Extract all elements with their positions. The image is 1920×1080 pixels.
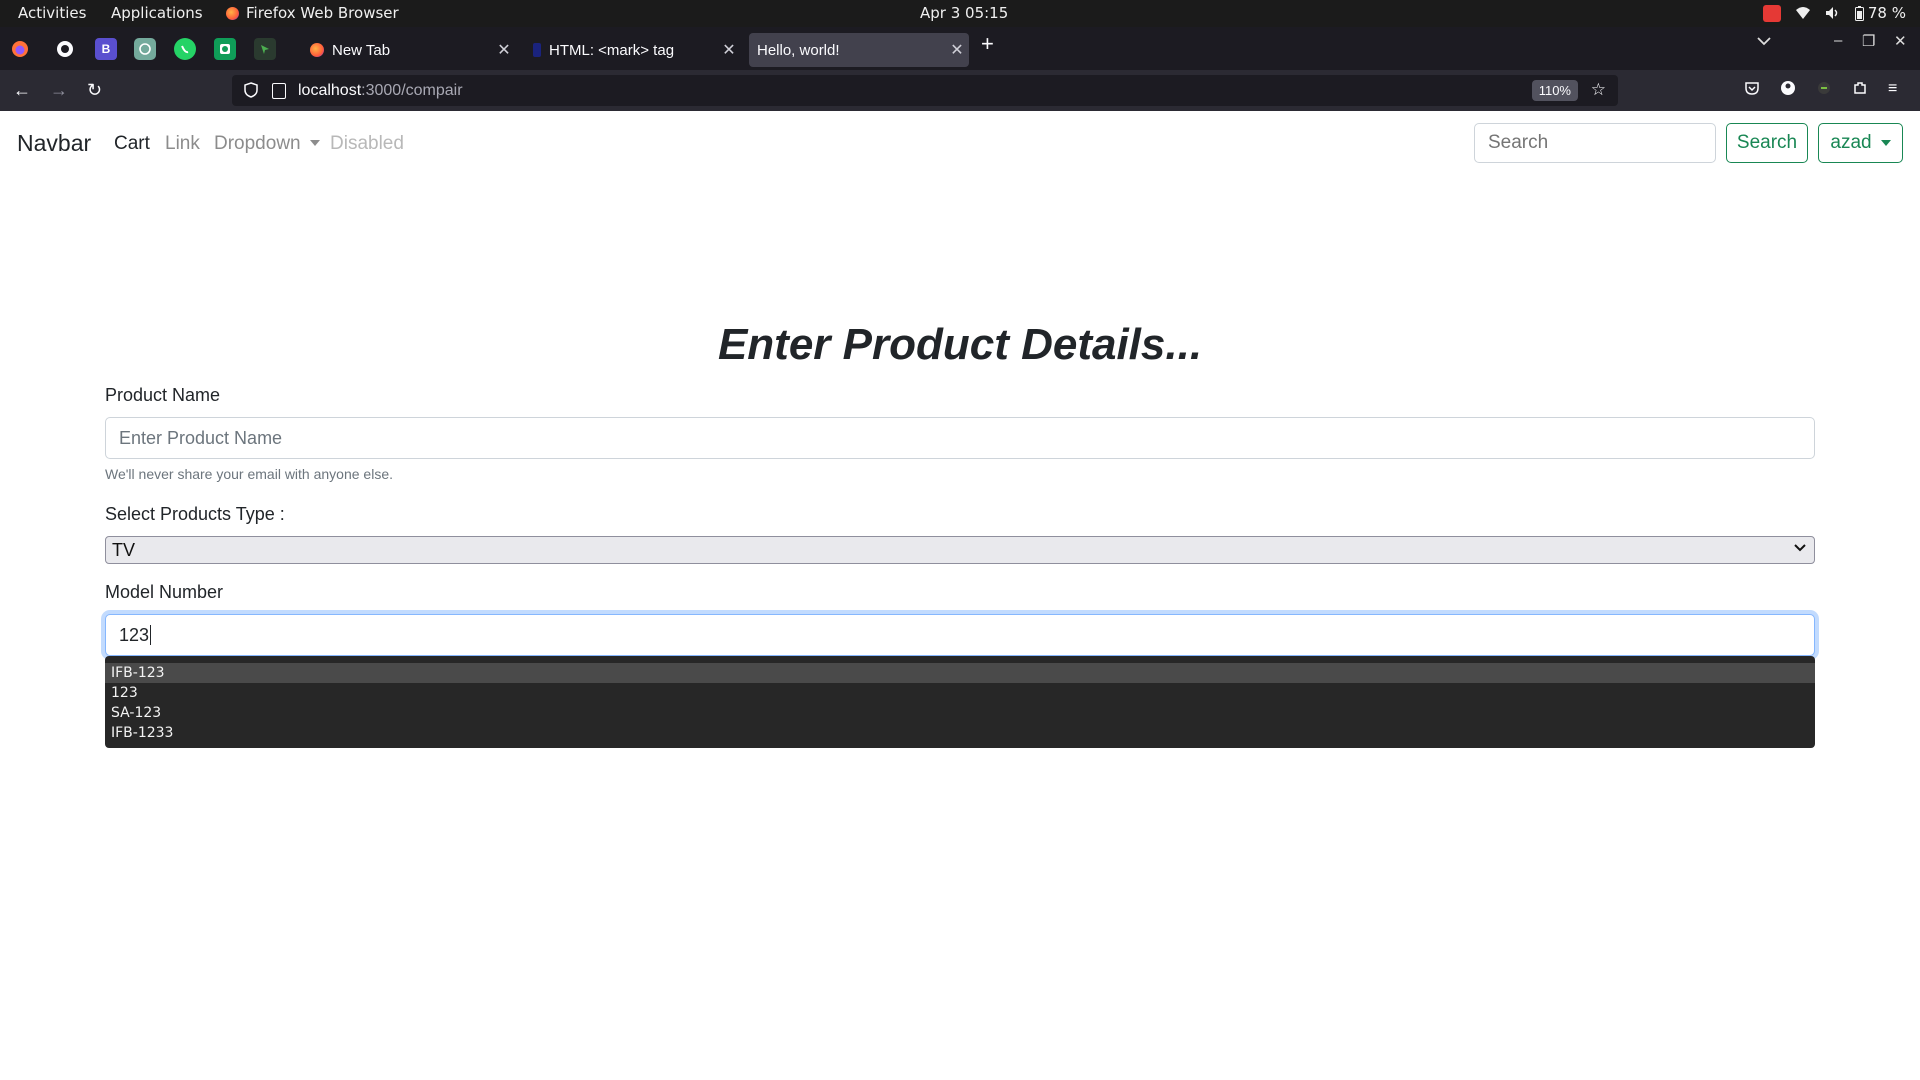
battery-indicator: 78 % xyxy=(1854,4,1906,22)
autocomplete-option[interactable]: 123 xyxy=(105,683,1815,703)
page-title: Enter Product Details... xyxy=(717,320,1203,369)
url-bar[interactable]: localhost:3000/compair 110% ☆ xyxy=(232,75,1618,106)
page-info-icon[interactable] xyxy=(272,82,286,99)
url-path: :3000/compair xyxy=(361,81,463,99)
caret-down-icon xyxy=(309,140,320,146)
applications-menu[interactable]: Applications xyxy=(111,4,203,22)
app-pinned-tab-icon[interactable] xyxy=(254,38,276,60)
pocket-icon[interactable] xyxy=(1744,80,1760,101)
model-number-label: Model Number xyxy=(105,582,224,602)
restore-icon[interactable]: ❐ xyxy=(1862,32,1875,50)
close-tab-icon[interactable]: ✕ xyxy=(717,40,741,60)
chat-pinned-tab-icon[interactable] xyxy=(214,38,236,60)
firefox-tab-icon xyxy=(310,43,324,57)
tab-list-chevron-icon[interactable] xyxy=(1757,33,1771,50)
wifi-icon xyxy=(1795,6,1811,20)
w3-tab-icon xyxy=(533,43,541,57)
active-app-name: Firefox Web Browser xyxy=(246,4,399,22)
battery-percent: 78 % xyxy=(1867,4,1906,22)
nav-dropdown-label: Dropdown xyxy=(214,133,301,154)
system-top-bar: Activities Applications Firefox Web Brow… xyxy=(0,0,1920,27)
back-arrow-icon[interactable]: ← xyxy=(13,80,31,101)
zoom-level[interactable]: 110% xyxy=(1531,80,1578,101)
autocomplete-option[interactable]: IFB-1233 xyxy=(105,723,1815,743)
url-text[interactable]: localhost:3000/compair xyxy=(298,82,463,100)
nav-link-link[interactable]: Link xyxy=(165,133,200,155)
autocomplete-option[interactable]: IFB-123 xyxy=(105,663,1815,683)
battery-icon xyxy=(1854,5,1864,21)
tab-html-mark[interactable]: HTML: <mark> tag ✕ xyxy=(523,33,741,67)
site-navbar: Navbar Cart Link Dropdown Disabled Searc… xyxy=(0,111,1920,175)
product-type-select[interactable]: TV xyxy=(105,536,1815,564)
firefox-view-icon[interactable] xyxy=(9,38,31,60)
product-name-label: Product Name xyxy=(105,385,221,405)
product-type-label: Select Products Type : xyxy=(105,504,285,524)
nav-dropdown[interactable]: Dropdown xyxy=(214,133,320,155)
extension-icon[interactable] xyxy=(1816,80,1832,101)
nav-link-cart[interactable]: Cart xyxy=(114,133,150,155)
caret-down-icon xyxy=(1880,140,1891,146)
close-tab-icon[interactable]: ✕ xyxy=(945,40,969,60)
tab-title: New Tab xyxy=(332,41,391,59)
model-number-input[interactable]: 123 xyxy=(105,614,1815,656)
firefox-icon xyxy=(226,6,239,20)
tab-title: HTML: <mark> tag xyxy=(549,41,675,59)
active-app-indicator[interactable]: Firefox Web Browser xyxy=(226,4,399,22)
product-name-input[interactable]: Enter Product Name xyxy=(105,417,1815,459)
activities-button[interactable]: Activities xyxy=(18,4,86,22)
anydesk-icon[interactable] xyxy=(1762,4,1781,22)
tab-hello-world[interactable]: Hello, world! ✕ xyxy=(749,33,969,67)
clock[interactable]: Apr 3 05:15 xyxy=(920,4,1008,22)
bootstrap-pinned-tab-icon[interactable]: B xyxy=(95,38,117,60)
user-dropdown-label: azad xyxy=(1830,132,1872,153)
text-cursor xyxy=(150,625,152,645)
chevron-down-icon xyxy=(1794,540,1806,556)
help-text: We'll never share your email with anyone… xyxy=(105,466,393,482)
navbar-search-input[interactable] xyxy=(1474,123,1716,163)
github-pinned-tab-icon[interactable] xyxy=(54,38,76,60)
whatsapp-pinned-tab-icon[interactable] xyxy=(174,38,196,60)
chatgpt-pinned-tab-icon[interactable] xyxy=(134,38,156,60)
volume-icon xyxy=(1825,6,1841,20)
browser-nav-bar: ← → ↻ localhost:3000/compair 110% ☆ ≡ xyxy=(0,70,1920,111)
nav-link-disabled: Disabled xyxy=(330,133,404,154)
user-dropdown-button[interactable]: azad xyxy=(1818,123,1903,163)
autocomplete-dropdown: IFB-123 123 SA-123 IFB-1233 xyxy=(105,656,1815,748)
close-tab-icon[interactable]: ✕ xyxy=(492,40,516,60)
tracking-shield-icon[interactable] xyxy=(242,81,260,100)
extensions-puzzle-icon[interactable] xyxy=(1852,80,1868,101)
product-type-selected: TV xyxy=(112,539,136,560)
autocomplete-option[interactable]: SA-123 xyxy=(105,703,1815,723)
close-window-icon[interactable]: ✕ xyxy=(1894,32,1907,50)
system-tray[interactable]: 78 % xyxy=(1762,4,1906,22)
navbar-brand[interactable]: Navbar xyxy=(17,130,91,157)
account-icon[interactable] xyxy=(1780,80,1796,101)
hamburger-menu-icon[interactable]: ≡ xyxy=(1888,80,1897,98)
reload-icon[interactable]: ↻ xyxy=(87,80,102,101)
tab-title: Hello, world! xyxy=(757,41,840,59)
browser-tab-strip: B New Tab ✕ HTML: <mark> tag ✕ Hello, wo… xyxy=(0,27,1920,70)
new-tab-plus-icon[interactable]: + xyxy=(981,31,994,57)
navbar-search-button[interactable]: Search xyxy=(1726,123,1808,163)
bookmark-star-icon[interactable]: ☆ xyxy=(1591,80,1606,100)
model-number-value: 123 xyxy=(119,624,150,645)
url-host: localhost xyxy=(298,81,362,99)
tab-new-tab[interactable]: New Tab ✕ xyxy=(298,33,516,67)
forward-arrow-icon[interactable]: → xyxy=(50,80,68,101)
minimize-icon[interactable]: – xyxy=(1834,32,1842,49)
